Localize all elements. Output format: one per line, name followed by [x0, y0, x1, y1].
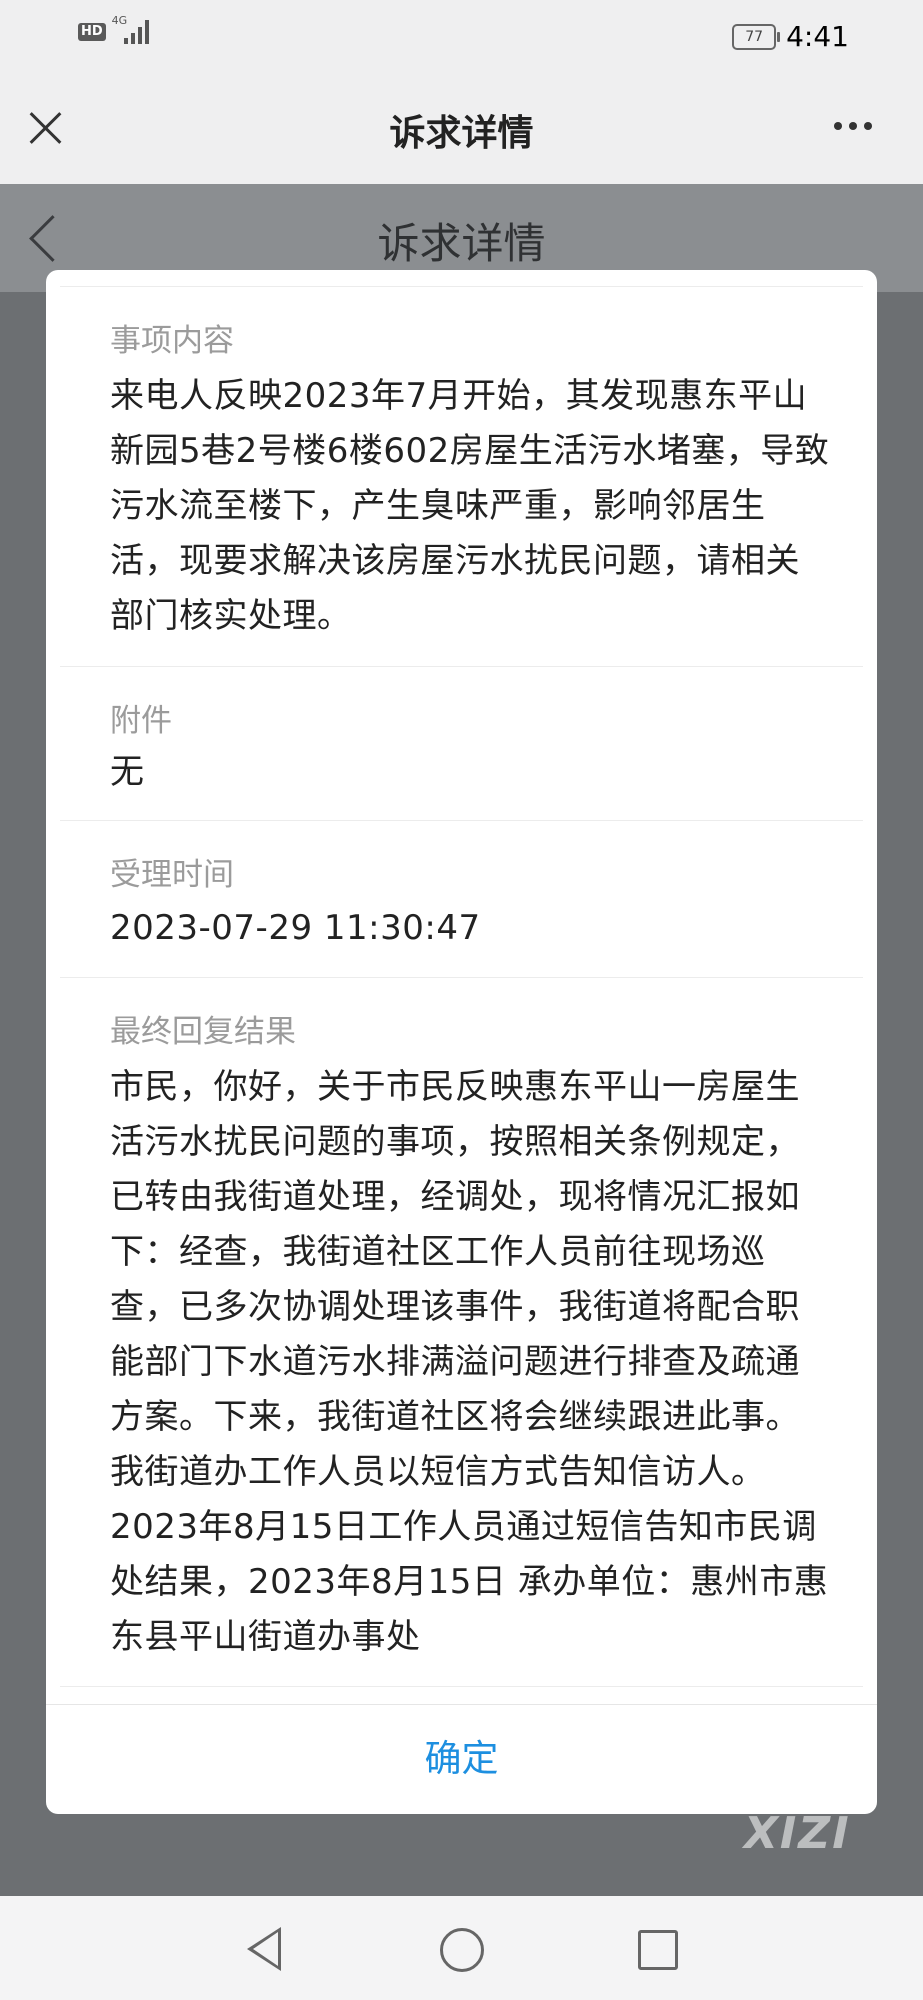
confirm-button[interactable]: 确定	[46, 1704, 877, 1814]
section-attachment: 附件 无	[60, 666, 863, 819]
accept-time-label: 受理时间	[110, 857, 234, 893]
page-title: 诉求详情	[389, 113, 534, 154]
detail-dialog: 事项内容 来电人反映2023年7月开始，其发现惠东平山新园5巷2号楼6楼602房…	[46, 270, 877, 1814]
background-page-title: 诉求详情	[377, 219, 546, 268]
final-reply-value: 市民，你好，关于市民反映惠东平山一房屋生活污水扰民问题的事项，按照相关条例规定，…	[110, 1067, 829, 1657]
final-reply-label: 最终回复结果	[110, 1014, 296, 1050]
attachment-label: 附件	[110, 703, 172, 739]
accept-time-value: 2023-07-29 11:30:47	[110, 908, 481, 948]
content-value: 来电人反映2023年7月开始，其发现惠东平山新园5巷2号楼6楼602房屋生活污水…	[110, 376, 830, 636]
watermark: XIZI	[744, 1808, 851, 1859]
section-content: 事项内容 来电人反映2023年7月开始，其发现惠东平山新园5巷2号楼6楼602房…	[60, 286, 863, 647]
content-label: 事项内容	[110, 323, 234, 359]
status-left: HD 4G	[78, 14, 149, 44]
signal-icon: 4G	[112, 14, 149, 44]
section-accept-time: 受理时间 2023-07-29 11:30:47	[60, 820, 863, 976]
status-time: 4:41	[786, 20, 849, 53]
nav-recents-icon[interactable]	[638, 1930, 678, 1970]
status-right: 77 4:41	[732, 20, 849, 53]
battery-icon: 77	[732, 23, 781, 50]
hd-icon: HD	[78, 23, 106, 41]
nav-home-icon[interactable]	[440, 1928, 484, 1972]
section-final-reply: 最终回复结果 市民，你好，关于市民反映惠东平山一房屋生活污水扰民问题的事项，按照…	[60, 977, 863, 1687]
attachment-value: 无	[110, 752, 145, 792]
more-options-icon[interactable]	[834, 122, 872, 130]
nav-back-icon-inner	[253, 1932, 278, 1966]
